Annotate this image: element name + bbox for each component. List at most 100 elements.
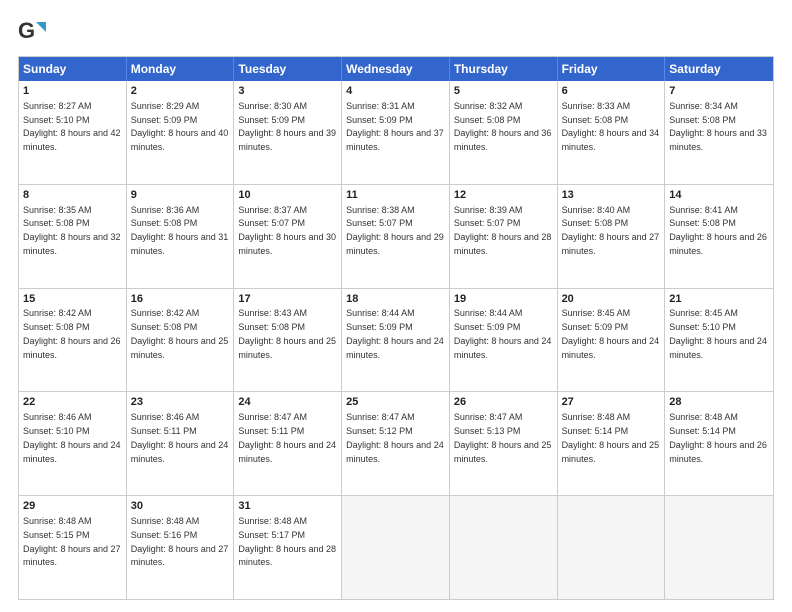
- day-number: 8: [23, 188, 122, 203]
- cell-info: Sunrise: 8:47 AMSunset: 5:11 PMDaylight:…: [238, 412, 336, 463]
- cell-info: Sunrise: 8:46 AMSunset: 5:10 PMDaylight:…: [23, 412, 121, 463]
- cell-info: Sunrise: 8:27 AMSunset: 5:10 PMDaylight:…: [23, 101, 121, 152]
- day-number: 31: [238, 499, 337, 514]
- day-number: 12: [454, 188, 553, 203]
- calendar-cell: 5 Sunrise: 8:32 AMSunset: 5:08 PMDayligh…: [450, 81, 558, 184]
- cell-info: Sunrise: 8:47 AMSunset: 5:12 PMDaylight:…: [346, 412, 444, 463]
- cell-info: Sunrise: 8:43 AMSunset: 5:08 PMDaylight:…: [238, 308, 336, 359]
- day-number: 13: [562, 188, 661, 203]
- calendar-row-1: 1 Sunrise: 8:27 AMSunset: 5:10 PMDayligh…: [19, 81, 773, 184]
- calendar-row-5: 29 Sunrise: 8:48 AMSunset: 5:15 PMDaylig…: [19, 495, 773, 599]
- day-number: 14: [669, 188, 769, 203]
- calendar-cell: 9 Sunrise: 8:36 AMSunset: 5:08 PMDayligh…: [127, 185, 235, 288]
- calendar-cell: [558, 496, 666, 599]
- calendar-cell: 2 Sunrise: 8:29 AMSunset: 5:09 PMDayligh…: [127, 81, 235, 184]
- cell-info: Sunrise: 8:48 AMSunset: 5:15 PMDaylight:…: [23, 516, 121, 567]
- calendar-row-3: 15 Sunrise: 8:42 AMSunset: 5:08 PMDaylig…: [19, 288, 773, 392]
- logo-icon: G: [18, 18, 46, 46]
- cell-info: Sunrise: 8:48 AMSunset: 5:17 PMDaylight:…: [238, 516, 336, 567]
- day-number: 27: [562, 395, 661, 410]
- day-number: 15: [23, 292, 122, 307]
- day-number: 30: [131, 499, 230, 514]
- calendar-cell: [665, 496, 773, 599]
- day-number: 21: [669, 292, 769, 307]
- calendar-cell: 26 Sunrise: 8:47 AMSunset: 5:13 PMDaylig…: [450, 392, 558, 495]
- header-day-saturday: Saturday: [665, 57, 773, 81]
- calendar-cell: 23 Sunrise: 8:46 AMSunset: 5:11 PMDaylig…: [127, 392, 235, 495]
- cell-info: Sunrise: 8:48 AMSunset: 5:14 PMDaylight:…: [562, 412, 660, 463]
- page: G SundayMondayTuesdayWednesdayThursdayFr…: [0, 0, 792, 612]
- calendar-cell: 3 Sunrise: 8:30 AMSunset: 5:09 PMDayligh…: [234, 81, 342, 184]
- calendar-cell: [450, 496, 558, 599]
- calendar-cell: 17 Sunrise: 8:43 AMSunset: 5:08 PMDaylig…: [234, 289, 342, 392]
- cell-info: Sunrise: 8:32 AMSunset: 5:08 PMDaylight:…: [454, 101, 552, 152]
- calendar-cell: 27 Sunrise: 8:48 AMSunset: 5:14 PMDaylig…: [558, 392, 666, 495]
- cell-info: Sunrise: 8:31 AMSunset: 5:09 PMDaylight:…: [346, 101, 444, 152]
- header-day-tuesday: Tuesday: [234, 57, 342, 81]
- day-number: 11: [346, 188, 445, 203]
- cell-info: Sunrise: 8:37 AMSunset: 5:07 PMDaylight:…: [238, 205, 336, 256]
- calendar-row-2: 8 Sunrise: 8:35 AMSunset: 5:08 PMDayligh…: [19, 184, 773, 288]
- header-day-thursday: Thursday: [450, 57, 558, 81]
- calendar-cell: 15 Sunrise: 8:42 AMSunset: 5:08 PMDaylig…: [19, 289, 127, 392]
- day-number: 7: [669, 84, 769, 99]
- cell-info: Sunrise: 8:33 AMSunset: 5:08 PMDaylight:…: [562, 101, 660, 152]
- calendar-cell: 31 Sunrise: 8:48 AMSunset: 5:17 PMDaylig…: [234, 496, 342, 599]
- day-number: 25: [346, 395, 445, 410]
- cell-info: Sunrise: 8:42 AMSunset: 5:08 PMDaylight:…: [23, 308, 121, 359]
- cell-info: Sunrise: 8:41 AMSunset: 5:08 PMDaylight:…: [669, 205, 767, 256]
- day-number: 1: [23, 84, 122, 99]
- cell-info: Sunrise: 8:40 AMSunset: 5:08 PMDaylight:…: [562, 205, 660, 256]
- day-number: 23: [131, 395, 230, 410]
- cell-info: Sunrise: 8:46 AMSunset: 5:11 PMDaylight:…: [131, 412, 229, 463]
- calendar-cell: 20 Sunrise: 8:45 AMSunset: 5:09 PMDaylig…: [558, 289, 666, 392]
- cell-info: Sunrise: 8:42 AMSunset: 5:08 PMDaylight:…: [131, 308, 229, 359]
- calendar-cell: 12 Sunrise: 8:39 AMSunset: 5:07 PMDaylig…: [450, 185, 558, 288]
- day-number: 2: [131, 84, 230, 99]
- calendar-cell: 8 Sunrise: 8:35 AMSunset: 5:08 PMDayligh…: [19, 185, 127, 288]
- cell-info: Sunrise: 8:48 AMSunset: 5:16 PMDaylight:…: [131, 516, 229, 567]
- cell-info: Sunrise: 8:48 AMSunset: 5:14 PMDaylight:…: [669, 412, 767, 463]
- day-number: 9: [131, 188, 230, 203]
- cell-info: Sunrise: 8:34 AMSunset: 5:08 PMDaylight:…: [669, 101, 767, 152]
- calendar-cell: 1 Sunrise: 8:27 AMSunset: 5:10 PMDayligh…: [19, 81, 127, 184]
- day-number: 29: [23, 499, 122, 514]
- calendar-cell: 28 Sunrise: 8:48 AMSunset: 5:14 PMDaylig…: [665, 392, 773, 495]
- cell-info: Sunrise: 8:47 AMSunset: 5:13 PMDaylight:…: [454, 412, 552, 463]
- day-number: 10: [238, 188, 337, 203]
- calendar-cell: 30 Sunrise: 8:48 AMSunset: 5:16 PMDaylig…: [127, 496, 235, 599]
- day-number: 24: [238, 395, 337, 410]
- calendar-cell: 25 Sunrise: 8:47 AMSunset: 5:12 PMDaylig…: [342, 392, 450, 495]
- header-day-wednesday: Wednesday: [342, 57, 450, 81]
- cell-info: Sunrise: 8:35 AMSunset: 5:08 PMDaylight:…: [23, 205, 121, 256]
- day-number: 17: [238, 292, 337, 307]
- calendar-cell: 16 Sunrise: 8:42 AMSunset: 5:08 PMDaylig…: [127, 289, 235, 392]
- cell-info: Sunrise: 8:36 AMSunset: 5:08 PMDaylight:…: [131, 205, 229, 256]
- calendar-header: SundayMondayTuesdayWednesdayThursdayFrid…: [19, 57, 773, 81]
- calendar-cell: 14 Sunrise: 8:41 AMSunset: 5:08 PMDaylig…: [665, 185, 773, 288]
- cell-info: Sunrise: 8:38 AMSunset: 5:07 PMDaylight:…: [346, 205, 444, 256]
- cell-info: Sunrise: 8:44 AMSunset: 5:09 PMDaylight:…: [346, 308, 444, 359]
- day-number: 20: [562, 292, 661, 307]
- day-number: 6: [562, 84, 661, 99]
- header: G: [18, 18, 774, 46]
- cell-info: Sunrise: 8:30 AMSunset: 5:09 PMDaylight:…: [238, 101, 336, 152]
- calendar-cell: 21 Sunrise: 8:45 AMSunset: 5:10 PMDaylig…: [665, 289, 773, 392]
- calendar-cell: [342, 496, 450, 599]
- day-number: 22: [23, 395, 122, 410]
- logo: G: [18, 18, 50, 46]
- header-day-monday: Monday: [127, 57, 235, 81]
- day-number: 18: [346, 292, 445, 307]
- calendar-cell: 10 Sunrise: 8:37 AMSunset: 5:07 PMDaylig…: [234, 185, 342, 288]
- calendar-cell: 29 Sunrise: 8:48 AMSunset: 5:15 PMDaylig…: [19, 496, 127, 599]
- day-number: 4: [346, 84, 445, 99]
- calendar-cell: 18 Sunrise: 8:44 AMSunset: 5:09 PMDaylig…: [342, 289, 450, 392]
- header-day-sunday: Sunday: [19, 57, 127, 81]
- cell-info: Sunrise: 8:39 AMSunset: 5:07 PMDaylight:…: [454, 205, 552, 256]
- calendar-cell: 13 Sunrise: 8:40 AMSunset: 5:08 PMDaylig…: [558, 185, 666, 288]
- calendar-cell: 19 Sunrise: 8:44 AMSunset: 5:09 PMDaylig…: [450, 289, 558, 392]
- day-number: 5: [454, 84, 553, 99]
- day-number: 28: [669, 395, 769, 410]
- day-number: 26: [454, 395, 553, 410]
- cell-info: Sunrise: 8:45 AMSunset: 5:10 PMDaylight:…: [669, 308, 767, 359]
